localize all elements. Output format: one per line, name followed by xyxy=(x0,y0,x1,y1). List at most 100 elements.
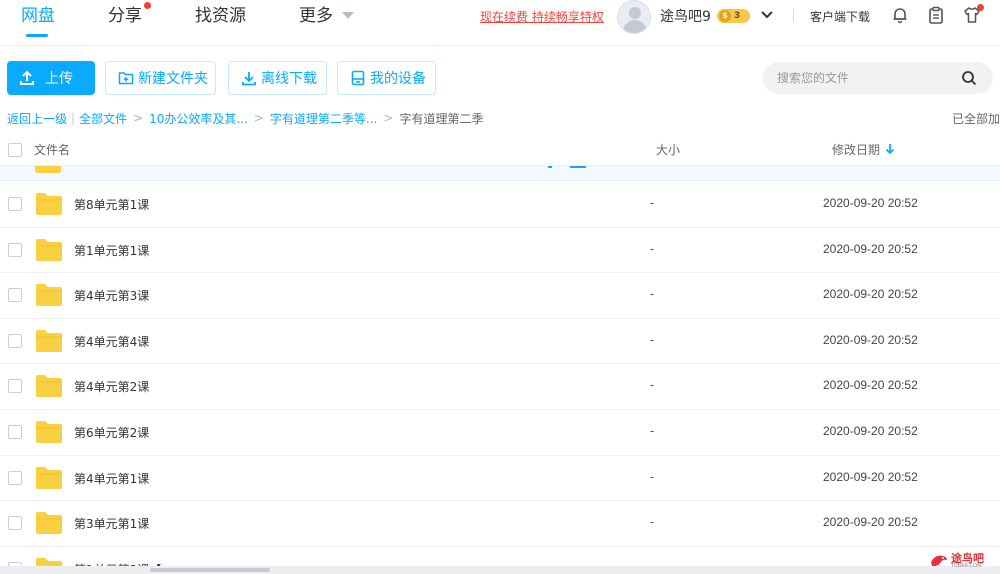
column-header-modified[interactable]: 修改日期 xyxy=(832,141,880,158)
upload-label: 上传 xyxy=(45,71,73,87)
row-checkbox[interactable] xyxy=(8,470,22,485)
column-header-name[interactable]: 文件名 xyxy=(34,141,70,158)
row-checkbox[interactable] xyxy=(8,333,22,348)
skin-notification-dot xyxy=(977,4,984,11)
search-box xyxy=(763,62,993,94)
file-name[interactable]: 第3单元第1课 xyxy=(74,515,149,532)
search-input[interactable] xyxy=(777,68,957,88)
file-name[interactable]: 第4单元第4课 xyxy=(74,333,149,350)
select-all-checkbox[interactable] xyxy=(8,143,22,157)
breadcrumb: 返回上一级 | 全部文件 > 10办公效率及其... > 字有道理第二季等...… xyxy=(7,110,483,126)
my-devices-label: 我的设备 xyxy=(370,71,426,87)
loaded-all-text: 已全部加 xyxy=(952,112,1000,126)
more-chevron-down-icon[interactable] xyxy=(342,12,354,19)
file-size: - xyxy=(650,332,655,347)
breadcrumb-separator: > xyxy=(133,111,144,125)
search-icon[interactable] xyxy=(961,70,977,86)
tab-more[interactable]: 更多 xyxy=(299,4,333,28)
file-size: - xyxy=(650,287,655,302)
new-folder-icon xyxy=(118,72,134,85)
scrolled-row-peek xyxy=(0,166,1000,181)
download-icon xyxy=(242,72,256,86)
table-header: 文件名 大小 修改日期 xyxy=(0,134,1000,166)
avatar[interactable] xyxy=(617,0,651,34)
column-header-size[interactable]: 大小 xyxy=(656,141,680,158)
sort-descending-icon[interactable] xyxy=(884,142,896,156)
breadcrumb-item-parent[interactable]: 字有道理第二季等... xyxy=(270,110,377,127)
table-row[interactable]: 第4单元第4课 - 2020-09-20 20:52 xyxy=(0,318,1000,365)
file-modified-date: 2020-09-20 20:52 xyxy=(823,196,918,210)
watermark-logo: 途鸟吧 TUBAR.COM xyxy=(929,548,997,572)
table-row[interactable]: 第4单元第1课 - 2020-09-20 20:52 xyxy=(0,455,1000,502)
clipboard-icon[interactable] xyxy=(927,6,945,24)
folder-icon xyxy=(36,512,62,535)
coin-icon: $ xyxy=(719,10,731,22)
file-modified-date: 2020-09-20 20:52 xyxy=(823,469,918,484)
folder-icon xyxy=(36,421,62,443)
coin-badge: $ 3 xyxy=(717,9,750,23)
offline-download-button[interactable]: 离线下载 xyxy=(228,61,327,95)
back-link[interactable]: 返回上一级 xyxy=(7,110,67,127)
tab-share[interactable]: 分享 xyxy=(108,4,142,28)
file-name[interactable]: 第8单元第1课 xyxy=(74,196,149,213)
client-download-link[interactable]: 客户端下载 xyxy=(810,8,870,25)
file-size: - xyxy=(650,424,655,438)
row-checkbox[interactable] xyxy=(8,516,22,531)
breadcrumb-current: 字有道理第二季 xyxy=(399,111,484,126)
file-size: - xyxy=(650,469,655,484)
breadcrumb-separator: > xyxy=(383,111,394,125)
tab-find-resources[interactable]: 找资源 xyxy=(195,4,246,28)
breadcrumb-divider: | xyxy=(71,111,76,125)
file-modified-date: 2020-09-20 20:52 xyxy=(823,332,918,347)
breadcrumb-item-office[interactable]: 10办公效率及其... xyxy=(149,110,248,127)
table-row[interactable]: 第8单元第1课 - 2020-09-20 20:52 xyxy=(0,182,1000,228)
scrollbar-thumb[interactable] xyxy=(150,568,270,572)
file-modified-date: 2020-09-20 20:52 xyxy=(823,287,918,302)
folder-icon xyxy=(36,329,62,352)
bell-icon[interactable] xyxy=(891,6,909,24)
coin-count: 3 xyxy=(734,11,741,21)
folder-icon xyxy=(36,238,62,261)
folder-icon xyxy=(35,166,61,173)
file-name[interactable]: 第4单元第1课 xyxy=(74,470,149,487)
offline-download-label: 离线下载 xyxy=(261,71,317,87)
table-row[interactable]: 第4单元第2课 - 2020-09-20 20:52 xyxy=(0,364,1000,410)
folder-icon xyxy=(36,193,62,215)
row-checkbox[interactable] xyxy=(8,288,22,303)
renew-vip-link[interactable]: 现在续费 持续畅享特权 xyxy=(480,8,604,25)
tab-netdisk[interactable]: 网盘 xyxy=(21,4,55,28)
row-checkbox[interactable] xyxy=(8,425,22,439)
user-menu-chevron-down-icon[interactable] xyxy=(760,8,774,22)
file-name[interactable]: 第1单元第1课 xyxy=(74,242,149,259)
horizontal-scrollbar[interactable] xyxy=(0,566,1000,574)
file-name[interactable]: 第4单元第3课 xyxy=(74,287,149,304)
file-name[interactable]: 第6单元第2课 xyxy=(74,424,149,441)
file-modified-date: 2020-09-20 20:52 xyxy=(823,241,918,256)
row-checkbox[interactable] xyxy=(8,379,22,394)
breadcrumb-item-all-files[interactable]: 全部文件 xyxy=(79,110,127,127)
table-row[interactable]: 第1单元第1课 - 2020-09-20 20:52 xyxy=(0,227,1000,274)
new-folder-button[interactable]: 新建文件夹 xyxy=(105,61,216,95)
share-notification-dot xyxy=(144,2,151,9)
active-tab-indicator xyxy=(26,34,48,37)
bird-logo-icon xyxy=(931,555,947,567)
top-navigation: 网盘 分享 找资源 更多 现在续费 持续畅享特权 途鸟吧9 $ 3 客户端下载 xyxy=(0,0,1000,46)
row-checkbox[interactable] xyxy=(8,197,22,211)
file-size: - xyxy=(650,196,655,210)
table-row[interactable]: 第4单元第3课 - 2020-09-20 20:52 xyxy=(0,273,1000,319)
upload-icon xyxy=(20,70,34,85)
file-name[interactable]: 第4单元第2课 xyxy=(74,378,149,395)
table-row[interactable]: 第6单元第2课 - 2020-09-20 20:52 xyxy=(0,410,1000,456)
upload-button[interactable]: 上传 xyxy=(7,61,95,95)
divider xyxy=(793,8,794,22)
folder-icon xyxy=(36,466,62,489)
folder-icon xyxy=(36,284,62,307)
username[interactable]: 途鸟吧9 xyxy=(660,6,711,26)
my-devices-button[interactable]: 我的设备 xyxy=(337,61,436,95)
device-icon xyxy=(351,70,365,86)
file-modified-date: 2020-09-20 20:52 xyxy=(823,424,918,438)
file-modified-date: 2020-09-20 20:52 xyxy=(823,515,918,530)
row-checkbox[interactable] xyxy=(8,242,22,257)
breadcrumb-separator: > xyxy=(253,111,264,125)
table-row[interactable]: 第3单元第1课 - 2020-09-20 20:52 xyxy=(0,501,1000,547)
